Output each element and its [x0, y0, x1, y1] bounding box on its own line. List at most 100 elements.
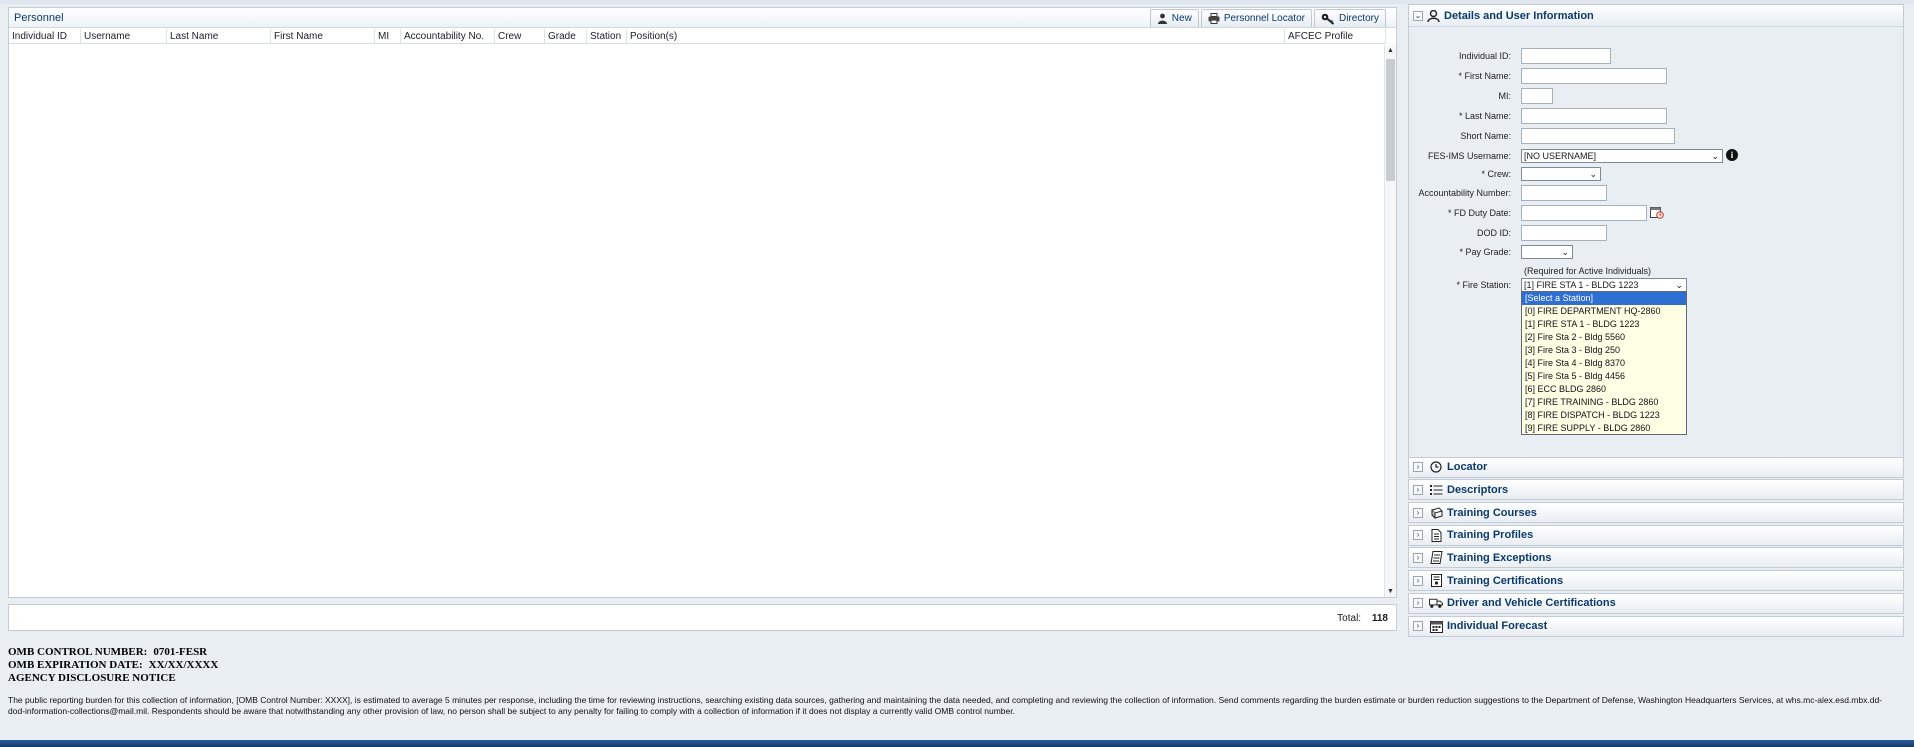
mi-field[interactable] [1521, 88, 1553, 104]
column-accountability-no[interactable]: Accountability No. [401, 29, 495, 44]
mi-label: MI: [1498, 91, 1512, 101]
collapse-icon[interactable]: ⌄ [1413, 10, 1423, 21]
scroll-up-icon[interactable]: ▲ [1387, 47, 1394, 54]
chevron-down-icon: ⌄ [1675, 280, 1683, 290]
column-station[interactable]: Station [587, 29, 627, 44]
note-icon [1429, 551, 1443, 565]
accordion-driver-vehicle-certifications[interactable]: › Driver and Vehicle Certifications [1408, 592, 1904, 614]
username-value: [NO USERNAME] [1524, 151, 1597, 161]
expand-icon[interactable]: › [1413, 484, 1423, 495]
column-last-name[interactable]: Last Name [167, 29, 271, 44]
username-label: FES-IMS Username: [1427, 151, 1511, 161]
expand-icon[interactable]: › [1413, 575, 1423, 586]
accountability-number-field[interactable] [1521, 185, 1607, 201]
column-grade[interactable]: Grade [545, 29, 587, 44]
last-name-field[interactable] [1521, 108, 1667, 124]
fire-station-select[interactable]: [1] FIRE STA 1 - BLDG 1223 ⌄ [1521, 278, 1687, 292]
username-select[interactable]: [NO USERNAME] ⌄ [1521, 149, 1723, 163]
individual-id-field[interactable] [1521, 48, 1611, 64]
short-name-field[interactable] [1521, 128, 1675, 144]
details-title: Details and User Information [1444, 9, 1594, 22]
station-option[interactable]: [2] Fire Sta 2 - Bldg 5560 [1522, 331, 1686, 344]
column-crew[interactable]: Crew [495, 29, 545, 44]
omb-control-line: OMB CONTROL NUMBER: 0701-FESR [8, 646, 1908, 659]
station-option[interactable]: [1] FIRE STA 1 - BLDG 1223 [1522, 318, 1686, 331]
user-info-icon [1427, 9, 1440, 22]
expand-icon[interactable]: › [1413, 530, 1423, 541]
scroll-down-icon[interactable]: ▼ [1387, 588, 1394, 595]
first-name-field[interactable] [1521, 68, 1667, 84]
book-icon [1429, 506, 1443, 520]
station-option[interactable]: [7] FIRE TRAINING - BLDG 2860 [1522, 396, 1686, 409]
accordion-label: Individual Forecast [1447, 620, 1548, 632]
accordion-label: Training Exceptions [1447, 551, 1552, 564]
accordion-label: Training Certifications [1447, 574, 1564, 587]
column-mi[interactable]: MI [375, 29, 401, 44]
info-icon[interactable]: i [1726, 149, 1738, 161]
agency-notice-title: AGENCY DISCLOSURE NOTICE [8, 672, 176, 684]
station-option[interactable]: [3] Fire Sta 3 - Bldg 250 [1522, 344, 1686, 357]
accordion-descriptors[interactable]: › Descriptors [1408, 479, 1904, 501]
calendar-picker-icon[interactable] [1650, 206, 1664, 219]
station-option[interactable]: [9] FIRE SUPPLY - BLDG 2860 [1522, 422, 1686, 435]
document-icon [1429, 528, 1443, 542]
key-icon [1321, 13, 1335, 25]
column-positions[interactable]: Position(s) [627, 29, 1285, 44]
personnel-toolbar: New Personnel Locator Directory [1149, 9, 1386, 27]
dod-id-label: DOD ID: [1476, 228, 1511, 238]
personnel-header: Personnel New Personnel Locator Director… [9, 8, 1396, 28]
column-username[interactable]: Username [81, 29, 167, 44]
fire-station-value: [1] FIRE STA 1 - BLDG 1223 [1524, 280, 1639, 290]
station-hint: (Required for Active Individuals) [1524, 266, 1652, 276]
column-individual-id[interactable]: Individual ID [9, 29, 81, 44]
certificate-icon [1429, 574, 1443, 588]
bottom-strip [0, 740, 1914, 747]
first-name-label: * First Name: [1458, 71, 1511, 81]
expand-icon[interactable]: › [1413, 462, 1423, 473]
directory-button-label: Directory [1338, 13, 1379, 24]
station-option[interactable]: [4] Fire Sta 4 - Bldg 8370 [1522, 357, 1686, 370]
omb-control-label: OMB CONTROL NUMBER: [8, 646, 148, 658]
accordion-training-exceptions[interactable]: › Training Exceptions [1408, 547, 1904, 569]
station-option[interactable]: [5] Fire Sta 5 - Bldg 4456 [1522, 370, 1686, 383]
station-option[interactable]: [6] ECC BLDG 2860 [1522, 383, 1686, 396]
expand-icon[interactable]: › [1413, 598, 1423, 609]
individual-id-label: Individual ID: [1458, 51, 1511, 61]
column-first-name[interactable]: First Name [271, 29, 375, 44]
expand-icon[interactable]: › [1413, 552, 1423, 563]
omb-expiration-line: OMB EXPIRATION DATE: XX/XX/XXXX [8, 659, 1908, 672]
details-header[interactable]: ⌄ Details and User Information [1409, 5, 1903, 27]
fire-station-dropdown: [Select a Station] [0] FIRE DEPARTMENT H… [1521, 291, 1687, 435]
omb-expiration-label: OMB EXPIRATION DATE: [8, 659, 143, 671]
total-value: 118 [1371, 613, 1388, 624]
expand-icon[interactable]: › [1413, 621, 1423, 631]
details-accordion: › Locator › Descriptors › Training Cours… [1408, 455, 1904, 637]
accordion-training-certifications[interactable]: › Training Certifications [1408, 570, 1904, 592]
fd-duty-date-field[interactable] [1521, 205, 1647, 221]
accordion-training-profiles[interactable]: › Training Profiles [1408, 524, 1904, 546]
accordion-label: Locator [1447, 461, 1488, 474]
accordion-label: Training Courses [1447, 506, 1537, 519]
fire-station-label: * Fire Station: [1456, 280, 1511, 290]
vehicle-icon [1429, 596, 1443, 610]
list-icon [1429, 483, 1443, 497]
crew-select[interactable]: ⌄ [1521, 167, 1601, 181]
column-header-row: Individual ID Username Last Name First N… [9, 29, 1386, 44]
column-afcec-profile[interactable]: AFCEC Profile [1285, 29, 1386, 44]
dod-id-field[interactable] [1521, 225, 1607, 241]
station-option[interactable]: [Select a Station] [1522, 292, 1686, 305]
station-option[interactable]: [8] FIRE DISPATCH - BLDG 1223 [1522, 409, 1686, 422]
accordion-locator[interactable]: › Locator [1408, 456, 1904, 478]
pay-grade-select[interactable]: ⌄ [1521, 245, 1573, 259]
accordion-training-courses[interactable]: › Training Courses [1408, 502, 1904, 524]
calendar-icon [1429, 619, 1443, 633]
new-button[interactable]: New [1149, 9, 1199, 27]
scrollbar-thumb[interactable] [1386, 59, 1395, 181]
grid-scrollbar[interactable]: ▲ ▼ [1384, 45, 1396, 597]
last-name-label: * Last Name: [1458, 111, 1511, 121]
directory-button[interactable]: Directory [1313, 9, 1386, 27]
personnel-locator-button[interactable]: Personnel Locator [1200, 9, 1312, 27]
accordion-individual-forecast[interactable]: › Individual Forecast [1408, 615, 1904, 637]
expand-icon[interactable]: › [1413, 507, 1423, 518]
station-option[interactable]: [0] FIRE DEPARTMENT HQ-2860 [1522, 305, 1686, 318]
